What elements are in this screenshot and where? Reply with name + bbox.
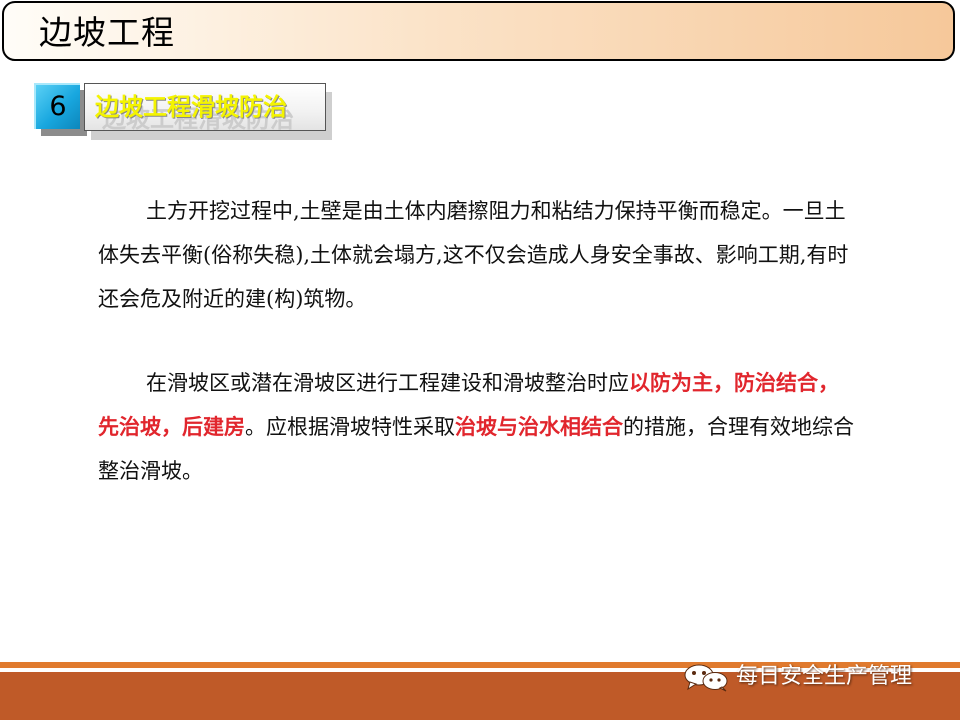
- section-title: 边坡工程滑坡防治: [95, 93, 287, 121]
- paragraph-2: 在滑坡区或潜在滑坡区进行工程建设和滑坡整治时应以防为主，防治结合，先治坡，后建房…: [98, 361, 858, 493]
- watermark-text: 每日安全生产管理: [736, 664, 913, 689]
- page-title: 边坡工程: [39, 13, 175, 52]
- paragraph-2-part1: 在滑坡区或潜在滑坡区进行工程建设和滑坡整治时应: [146, 371, 629, 395]
- paragraph-2-highlight2: 治坡与治水相结合: [455, 414, 623, 439]
- paragraph-1: 土方开挖过程中,土壁是由土体内磨擦阻力和粘结力保持平衡而稳定。一旦土体失去平衡(…: [98, 189, 858, 321]
- section-number: 6: [49, 91, 67, 122]
- wechat-icon: [684, 664, 728, 692]
- section-header: 6 边坡工程滑坡防治 边坡工程滑坡防治: [34, 83, 334, 143]
- paragraph-1-text: 土方开挖过程中,土壁是由土体内磨擦阻力和粘结力保持平衡而稳定。一旦土体失去平衡(…: [98, 199, 849, 311]
- paragraph-2-part2: 。应根据滑坡特性采取: [245, 415, 455, 439]
- section-number-badge: 6: [34, 83, 80, 129]
- title-bar: 边坡工程: [2, 1, 955, 61]
